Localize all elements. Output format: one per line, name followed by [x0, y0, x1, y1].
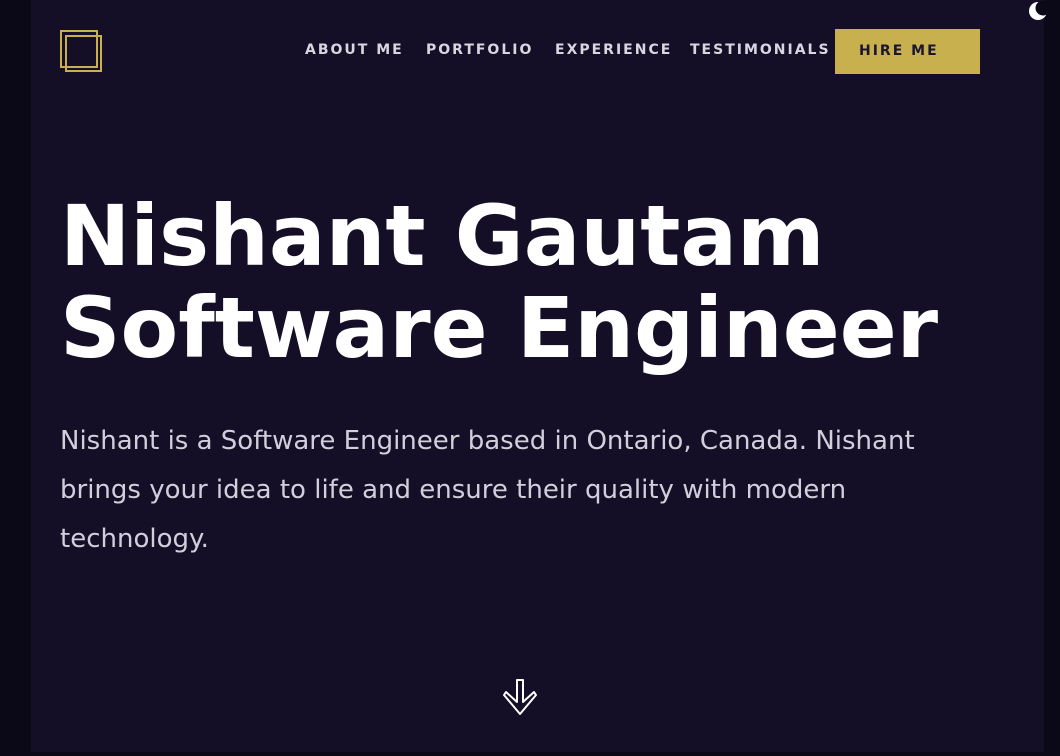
hero-role: Software Engineer — [60, 279, 939, 377]
hero-intro: Nishant is a Software Engineer based in … — [60, 426, 915, 554]
logo-squares-icon[interactable] — [60, 30, 104, 74]
nav-testimonials[interactable]: TESTIMONIALS — [690, 42, 831, 58]
nav-about-me[interactable]: ABOUT ME — [305, 42, 404, 58]
hero-title: Nishant Gautam Software Engineer — [60, 190, 938, 374]
hero-name: Nishant Gautam — [60, 187, 825, 285]
hire-me-button[interactable]: HIRE ME — [835, 29, 980, 74]
scrollbar-track — [1044, 0, 1060, 756]
nav-portfolio[interactable]: PORTFOLIO — [426, 42, 533, 58]
moon-icon[interactable] — [1028, 0, 1051, 21]
logo-square-front — [65, 35, 102, 72]
nav-experience[interactable]: EXPERIENCE — [555, 42, 672, 58]
arrow-down-icon[interactable] — [501, 678, 539, 718]
